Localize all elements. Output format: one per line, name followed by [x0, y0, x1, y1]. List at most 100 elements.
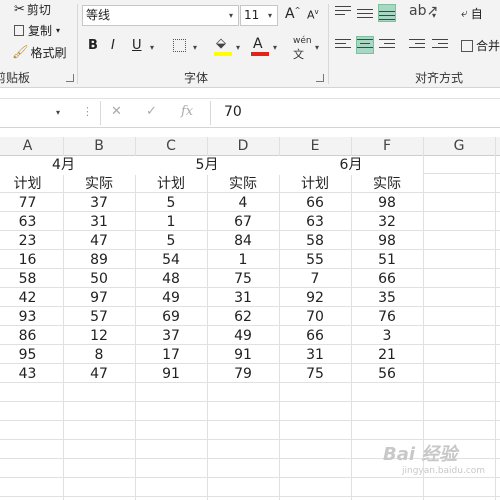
grow-font-button[interactable]: A^: [285, 6, 300, 22]
bold-button[interactable]: B: [88, 38, 98, 53]
column-header-a[interactable]: A: [0, 137, 63, 155]
format-painter-button[interactable]: 🖌 格式刷: [12, 44, 67, 61]
table-cell[interactable]: 84: [207, 232, 279, 251]
table-cell[interactable]: 21: [351, 346, 423, 365]
middle-align-icon[interactable]: [357, 5, 373, 21]
sub-header-cell[interactable]: 计划: [0, 175, 63, 194]
table-cell[interactable]: 63: [279, 213, 351, 232]
table-cell[interactable]: 37: [135, 327, 207, 346]
table-cell[interactable]: 31: [63, 213, 135, 232]
font-name-combo[interactable]: 等线: [82, 5, 239, 26]
table-cell[interactable]: 37: [63, 194, 135, 213]
table-cell[interactable]: 55: [279, 251, 351, 270]
table-cell[interactable]: 43: [0, 365, 63, 384]
table-cell[interactable]: 17: [135, 346, 207, 365]
decrease-indent-icon[interactable]: [409, 37, 425, 53]
table-cell[interactable]: 66: [279, 194, 351, 213]
table-cell[interactable]: 63: [0, 213, 63, 232]
chevron-down-icon[interactable]: ▾: [150, 43, 154, 52]
wrap-text-button[interactable]: ⤶ 自: [461, 5, 483, 22]
table-cell[interactable]: 76: [351, 308, 423, 327]
column-header-c[interactable]: C: [135, 137, 207, 155]
align-left-icon[interactable]: [335, 37, 351, 53]
table-cell[interactable]: 75: [207, 270, 279, 289]
increase-indent-icon[interactable]: [432, 37, 448, 53]
table-cell[interactable]: 48: [135, 270, 207, 289]
table-cell[interactable]: 75: [279, 365, 351, 384]
table-cell[interactable]: 51: [351, 251, 423, 270]
table-cell[interactable]: 56: [351, 365, 423, 384]
table-cell[interactable]: 54: [135, 251, 207, 270]
table-cell[interactable]: 8: [63, 346, 135, 365]
table-cell[interactable]: 49: [135, 289, 207, 308]
sub-header-cell[interactable]: 实际: [351, 175, 423, 194]
copy-button[interactable]: 复制 ▾: [14, 22, 60, 39]
table-cell[interactable]: 95: [0, 346, 63, 365]
italic-button[interactable]: I: [111, 38, 115, 53]
font-size-combo[interactable]: 11: [240, 5, 278, 26]
column-header-f[interactable]: F: [351, 137, 423, 155]
align-center-icon[interactable]: [356, 36, 374, 54]
table-cell[interactable]: 98: [351, 194, 423, 213]
sub-header-cell[interactable]: 计划: [279, 175, 351, 194]
table-cell[interactable]: 23: [0, 232, 63, 251]
table-cell[interactable]: 49: [207, 327, 279, 346]
table-cell[interactable]: 5: [135, 232, 207, 251]
chevron-down-icon[interactable]: ▾: [315, 43, 319, 52]
column-header-g[interactable]: G: [423, 137, 495, 155]
cut-button[interactable]: ✂ 剪切: [14, 1, 51, 18]
enter-icon[interactable]: ✓: [146, 104, 157, 119]
month-header-cell[interactable]: 4月: [0, 156, 135, 175]
insert-function-icon[interactable]: fx: [181, 104, 193, 119]
month-header-cell[interactable]: 5月: [135, 156, 279, 175]
table-cell[interactable]: 42: [0, 289, 63, 308]
bottom-align-icon[interactable]: [378, 4, 396, 22]
table-cell[interactable]: 50: [63, 270, 135, 289]
table-cell[interactable]: 32: [351, 213, 423, 232]
table-cell[interactable]: 5: [135, 194, 207, 213]
sub-header-cell[interactable]: 实际: [63, 175, 135, 194]
clipboard-launcher-icon[interactable]: [66, 74, 74, 82]
column-header-d[interactable]: D: [207, 137, 279, 155]
table-cell[interactable]: 31: [207, 289, 279, 308]
chevron-down-icon[interactable]: ▾: [56, 108, 60, 117]
table-cell[interactable]: 47: [63, 365, 135, 384]
font-launcher-icon[interactable]: [316, 74, 324, 82]
table-cell[interactable]: 70: [279, 308, 351, 327]
table-cell[interactable]: 98: [351, 232, 423, 251]
table-cell[interactable]: 35: [351, 289, 423, 308]
chevron-down-icon[interactable]: ▾: [268, 11, 272, 20]
table-cell[interactable]: 7: [279, 270, 351, 289]
table-cell[interactable]: 89: [63, 251, 135, 270]
table-cell[interactable]: 12: [63, 327, 135, 346]
table-cell[interactable]: 86: [0, 327, 63, 346]
table-cell[interactable]: 66: [279, 327, 351, 346]
table-cell[interactable]: 3: [351, 327, 423, 346]
table-cell[interactable]: 58: [0, 270, 63, 289]
table-cell[interactable]: 31: [279, 346, 351, 365]
underline-button[interactable]: U: [132, 38, 142, 53]
table-cell[interactable]: 92: [279, 289, 351, 308]
borders-icon[interactable]: [173, 39, 186, 52]
table-cell[interactable]: 4: [207, 194, 279, 213]
align-right-icon[interactable]: [379, 37, 395, 53]
shrink-font-button[interactable]: Av: [307, 8, 319, 22]
column-header-b[interactable]: B: [63, 137, 135, 155]
table-cell[interactable]: 66: [351, 270, 423, 289]
table-cell[interactable]: 58: [279, 232, 351, 251]
sub-header-cell[interactable]: 实际: [207, 175, 279, 194]
table-cell[interactable]: 67: [207, 213, 279, 232]
table-cell[interactable]: 69: [135, 308, 207, 327]
table-cell[interactable]: 1: [135, 213, 207, 232]
table-cell[interactable]: 97: [63, 289, 135, 308]
sub-header-cell[interactable]: 计划: [135, 175, 207, 194]
month-header-cell[interactable]: 6月: [279, 156, 423, 175]
chevron-down-icon[interactable]: ▾: [193, 43, 197, 52]
chevron-down-icon[interactable]: ▾: [236, 43, 240, 52]
top-align-icon[interactable]: [335, 5, 351, 21]
table-cell[interactable]: 1: [207, 251, 279, 270]
table-cell[interactable]: 91: [207, 346, 279, 365]
font-color-button[interactable]: A: [253, 36, 263, 52]
formula-input[interactable]: 70: [224, 104, 242, 120]
merge-center-button[interactable]: 合并: [461, 37, 500, 54]
